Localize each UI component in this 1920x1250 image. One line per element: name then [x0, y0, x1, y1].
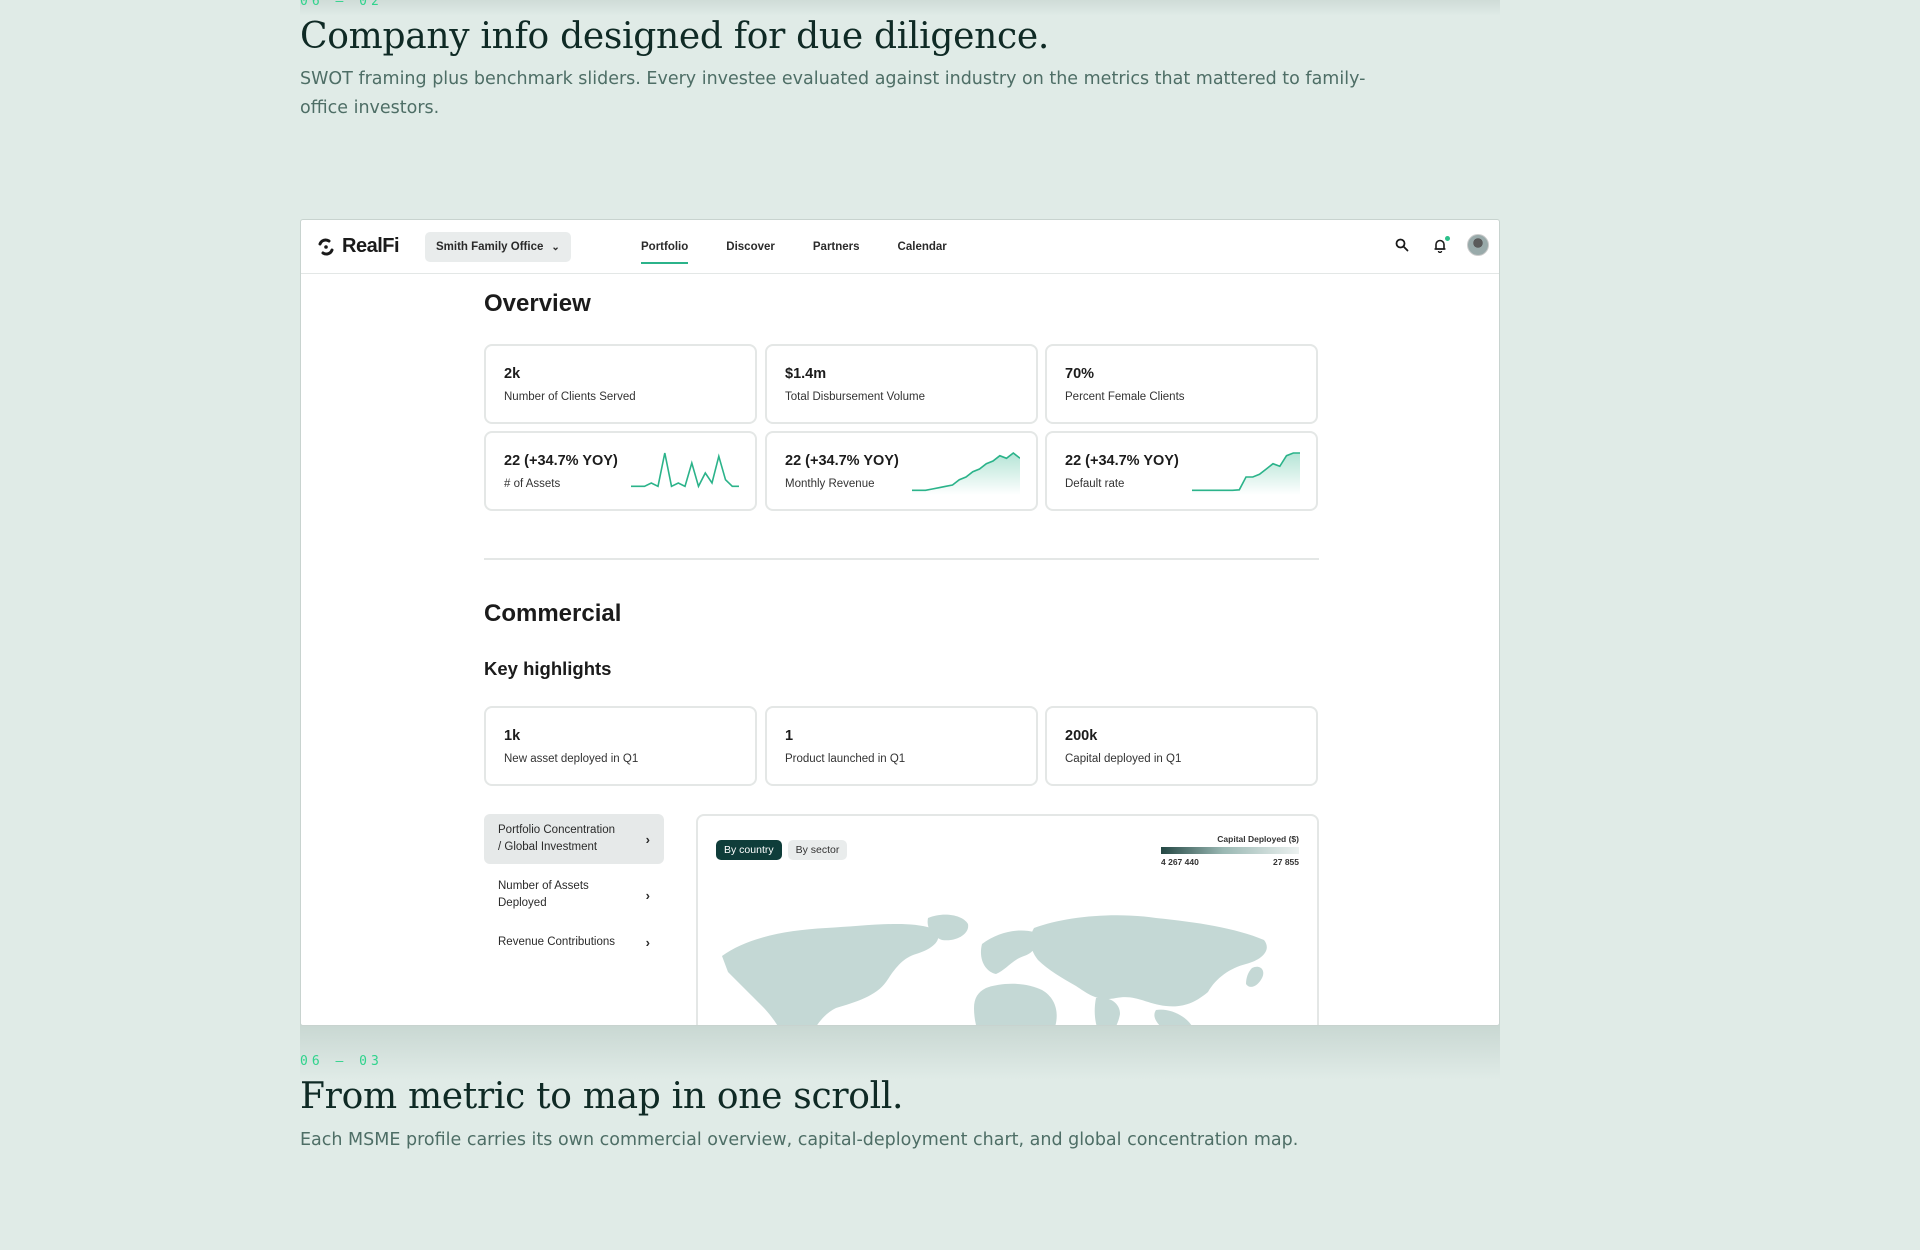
sparkline-line — [631, 452, 739, 489]
global-investment-map-card: By country By sector Capital Deployed ($… — [696, 814, 1319, 1025]
logo-mark-icon — [318, 238, 334, 255]
highlight-label: Capital deployed in Q1 — [1065, 753, 1182, 765]
map-india — [1094, 997, 1120, 1025]
nav-portfolio[interactable]: Portfolio — [641, 220, 689, 274]
overview-title: Overview — [484, 290, 591, 317]
stat-value: 2k — [504, 366, 521, 382]
tab-by-sector[interactable]: By sector — [787, 840, 848, 860]
menu-item-portfolio-concentration[interactable]: Portfolio Concentration / Global Investme… — [484, 814, 664, 864]
map-legend: Capital Deployed ($) 4 267 440 27 855 — [1161, 834, 1299, 867]
section-divider — [484, 558, 1319, 560]
main-nav: Portfolio Discover Partners Calendar — [641, 220, 985, 274]
legend-title: Capital Deployed ($) — [1217, 834, 1299, 844]
stat-card: $1.4m Total Disbursement Volume — [765, 344, 1038, 424]
menu-item-assets-deployed[interactable]: Number of Assets Deployed › — [484, 870, 664, 920]
nav-partners[interactable]: Partners — [813, 220, 860, 274]
stat-label: Percent Female Clients — [1065, 391, 1185, 403]
chevron-right-icon: › — [645, 831, 650, 847]
key-highlights-title: Key highlights — [484, 658, 612, 679]
search-icon[interactable] — [1391, 234, 1413, 256]
trend-value: 22 (+34.7% YOY) — [785, 453, 899, 469]
legend-max: 27 855 — [1273, 857, 1299, 867]
bell-icon[interactable] — [1429, 234, 1451, 256]
org-selector-label: Smith Family Office — [436, 241, 544, 253]
org-selector[interactable]: Smith Family Office ⌄ — [425, 232, 571, 262]
menu-item-label: Portfolio Concentration / Global Investme… — [498, 824, 615, 853]
stat-label: Total Disbursement Volume — [785, 391, 925, 403]
trend-value: 22 (+34.7% YOY) — [504, 453, 618, 469]
section-description-prev: SWOT framing plus benchmark sliders. Eve… — [300, 69, 1366, 118]
section-title-next: From metric to map in one scroll. — [300, 1076, 904, 1117]
section-eyebrow-prev: 06 — 02 — [300, 0, 383, 9]
stat-value: $1.4m — [785, 366, 827, 382]
highlight-card: 1k New asset deployed in Q1 — [484, 706, 757, 786]
tab-by-country[interactable]: By country — [716, 840, 782, 860]
previous-screenshot-shadow — [300, 0, 1500, 16]
trend-card: 22 (+34.7% YOY) Default rate — [1045, 431, 1318, 511]
app-screenshot-frame: RealFi Smith Family Office ⌄ Portfolio D… — [300, 219, 1500, 1026]
section-title-prev: Company info designed for due diligence. — [300, 16, 1049, 57]
map-southeast-asia — [1154, 1009, 1192, 1025]
highlight-card: 200k Capital deployed in Q1 — [1045, 706, 1318, 786]
trend-card: 22 (+34.7% YOY) Monthly Revenue — [765, 431, 1038, 511]
highlight-value: 1k — [504, 728, 521, 744]
highlight-card: 1 Product launched in Q1 — [765, 706, 1038, 786]
legend-min: 4 267 440 — [1161, 857, 1199, 867]
stat-value: 70% — [1065, 366, 1095, 382]
notification-dot — [1445, 236, 1450, 241]
trend-card: 22 (+34.7% YOY) # of Assets — [484, 431, 757, 511]
chevron-down-icon: ⌄ — [551, 241, 560, 253]
highlight-value: 200k — [1065, 728, 1098, 744]
map-japan — [1246, 966, 1264, 987]
highlight-label: Product launched in Q1 — [785, 753, 906, 765]
map-asia — [1030, 915, 1267, 1007]
menu-item-revenue-contributions[interactable]: Revenue Contributions › — [484, 926, 664, 958]
logo-text: RealFi — [342, 235, 400, 257]
stat-label: Number of Clients Served — [504, 391, 636, 403]
stat-card: 2k Number of Clients Served — [484, 344, 757, 424]
section-eyebrow-next: 06 — 03 — [300, 1054, 383, 1069]
sparkline-default-rate — [1192, 452, 1300, 495]
chevron-right-icon: › — [645, 934, 650, 950]
sparkline-revenue — [912, 451, 1020, 495]
trend-label: Monthly Revenue — [785, 478, 875, 490]
commercial-side-menu: Portfolio Concentration / Global Investme… — [484, 814, 664, 958]
section-description-next: Each MSME profile carries its own commer… — [300, 1130, 1299, 1150]
legend-gradient — [1161, 847, 1299, 854]
map-africa — [974, 983, 1057, 1025]
map-view-toggle: By country By sector — [716, 840, 848, 860]
nav-calendar[interactable]: Calendar — [898, 220, 947, 274]
trend-label: Default rate — [1065, 478, 1125, 490]
sparkline-assets — [631, 452, 739, 489]
menu-item-label: Revenue Contributions — [498, 935, 615, 948]
trend-label: # of Assets — [504, 478, 561, 490]
trend-value: 22 (+34.7% YOY) — [1065, 453, 1179, 469]
menu-item-label: Number of Assets Deployed — [498, 880, 589, 909]
sparkline-area — [912, 453, 1020, 495]
commercial-title: Commercial — [484, 600, 622, 627]
logo[interactable]: RealFi — [316, 235, 400, 258]
header-actions — [1391, 234, 1489, 256]
map-europe — [980, 930, 1038, 974]
map-north-america — [722, 923, 939, 1025]
chevron-right-icon: › — [645, 887, 650, 903]
app-header: RealFi Smith Family Office ⌄ Portfolio D… — [301, 220, 1499, 274]
world-map — [722, 914, 1267, 1025]
highlight-value: 1 — [785, 728, 794, 744]
nav-discover[interactable]: Discover — [726, 220, 775, 274]
stat-card: 70% Percent Female Clients — [1045, 344, 1318, 424]
highlight-label: New asset deployed in Q1 — [504, 753, 639, 765]
avatar[interactable] — [1467, 234, 1489, 256]
